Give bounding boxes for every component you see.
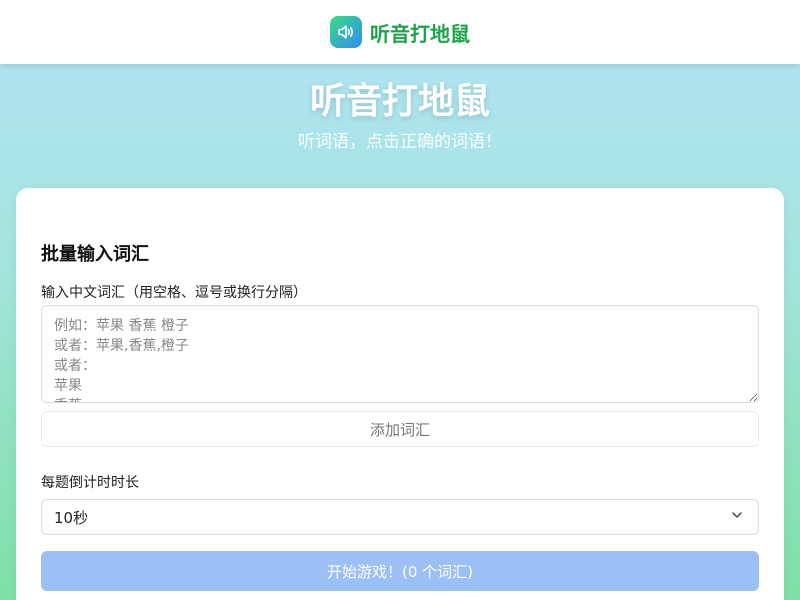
word-input[interactable] [41,305,759,403]
app-title: 听音打地鼠 [370,21,470,46]
page-title: 听音打地鼠 [309,81,490,122]
chevron-down-icon [730,508,744,526]
hero: 听音打地鼠 听词语，点击正确的词语！ [0,78,800,154]
top-bar: 听音打地鼠 [0,0,800,64]
page-subtitle: 听词语，点击正确的词语！ [298,132,502,152]
timer-select[interactable]: 10秒 [41,499,759,535]
word-input-label: 输入中文词汇（用空格、逗号或换行分隔） [41,285,307,301]
timer-selected-value: 10秒 [54,508,89,527]
timer-label: 每题倒计时时长 [41,475,139,491]
brand: 听音打地鼠 [330,16,470,48]
section-title: 批量输入词汇 [41,244,149,265]
setup-card: 批量输入词汇 输入中文词汇（用空格、逗号或换行分隔） 添加词汇 每题倒计时时长 … [16,188,784,600]
start-game-button[interactable]: 开始游戏！(0 个词汇) [41,551,759,591]
add-words-button[interactable]: 添加词汇 [41,411,759,447]
speaker-icon [330,16,362,48]
